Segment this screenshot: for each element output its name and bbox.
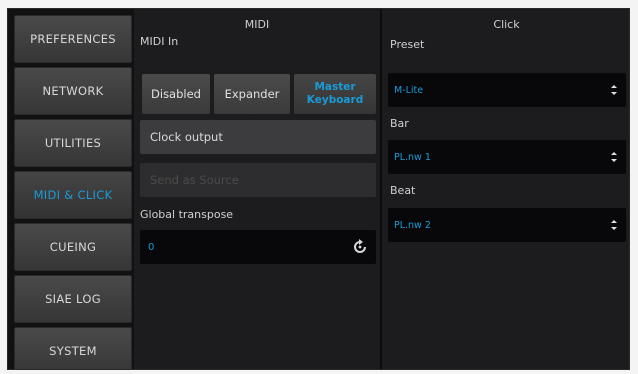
clock-output-toggle[interactable]: Clock output	[140, 120, 376, 154]
sidebar-item-utilities[interactable]: UTILITIES	[14, 119, 132, 167]
reset-icon[interactable]	[352, 239, 368, 255]
bar-label: Bar	[390, 117, 409, 130]
global-transpose-input[interactable]: 0	[140, 230, 376, 264]
settings-window: PREFERENCES NETWORK UTILITIES MIDI & CLI…	[7, 8, 630, 370]
midi-panel-title: MIDI	[244, 18, 270, 31]
preset-value: M-Lite	[394, 84, 424, 96]
global-transpose-value: 0	[148, 241, 155, 253]
sidebar-item-cueing[interactable]: CUEING	[14, 223, 132, 271]
sidebar-item-siae-log[interactable]: SIAE LOG	[14, 275, 132, 323]
sidebar-item-system[interactable]: SYSTEM	[14, 327, 132, 369]
bar-select[interactable]: PL.nw 1	[388, 140, 626, 174]
midi-panel: MIDI MIDI In Disabled Expander Master Ke…	[134, 9, 380, 369]
beat-value: PL.nw 2	[394, 219, 431, 231]
midi-in-master-keyboard-button[interactable]: Master Keyboard	[294, 74, 376, 114]
preset-label: Preset	[390, 38, 425, 51]
select-arrow-icon	[611, 220, 617, 230]
sidebar-item-midi-click[interactable]: MIDI & CLICK	[14, 171, 132, 219]
beat-label: Beat	[390, 184, 416, 197]
select-arrow-icon	[611, 152, 617, 162]
disabled-midi-option: Send as Source	[140, 163, 376, 197]
beat-select[interactable]: PL.nw 2	[388, 208, 626, 242]
select-arrow-icon	[611, 85, 617, 95]
preset-select[interactable]: M-Lite	[388, 73, 626, 107]
midi-in-expander-button[interactable]: Expander	[214, 74, 290, 114]
bar-value: PL.nw 1	[394, 151, 431, 163]
click-panel: Click Preset M-Lite Bar PL.nw 1 Beat PL.…	[382, 9, 629, 369]
midi-in-disabled-button[interactable]: Disabled	[142, 74, 210, 114]
midi-in-label: MIDI In	[140, 35, 179, 48]
click-panel-title: Click	[493, 18, 520, 31]
sidebar-item-network[interactable]: NETWORK	[14, 67, 132, 115]
sidebar-item-preferences[interactable]: PREFERENCES	[14, 15, 132, 63]
sidebar-nav: PREFERENCES NETWORK UTILITIES MIDI & CLI…	[8, 9, 132, 369]
global-transpose-label: Global transpose	[140, 208, 234, 221]
